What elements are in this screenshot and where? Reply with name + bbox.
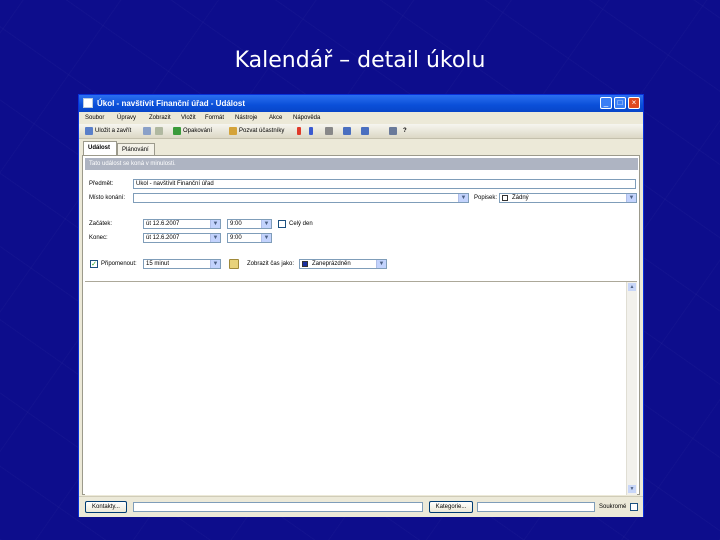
window-title: Úkol - navštívit Finanční úřad - Událost: [97, 99, 246, 108]
reminder-sound-icon[interactable]: [229, 259, 239, 269]
toolbar: Uložit a zavřít Opakování Pozvat účastní…: [79, 124, 643, 139]
delete-icon[interactable]: [325, 127, 333, 135]
menu-view[interactable]: Zobrazit: [149, 112, 171, 124]
allday-label: Celý den: [289, 221, 313, 227]
tab-strip: Událost Plánování: [79, 141, 643, 155]
info-bar: Tato událost se koná v minulosti.: [85, 158, 638, 170]
reminder-select[interactable]: 15 minut ▼: [143, 259, 221, 269]
notes-area[interactable]: ▲ ▼: [85, 281, 637, 495]
print-icon[interactable]: [143, 127, 151, 135]
help-button[interactable]: ?: [403, 126, 407, 136]
maximize-button[interactable]: □: [614, 97, 626, 109]
save-icon: [85, 127, 93, 135]
menu-bar: Soubor Úpravy Zobrazit Vložit Formát Nás…: [79, 112, 643, 124]
chevron-down-icon[interactable]: ▼: [261, 234, 271, 242]
subject-label: Předmět:: [89, 181, 114, 187]
bottom-bar: Kontakty... Kategorie... Soukromé: [79, 496, 643, 517]
categories-field[interactable]: [477, 502, 595, 512]
menu-format[interactable]: Formát: [205, 112, 224, 124]
notes-scrollbar[interactable]: ▲ ▼: [626, 282, 637, 495]
address-book-icon[interactable]: [389, 127, 397, 135]
show-as-value: Zaneprázdněn: [312, 261, 351, 267]
scroll-down-icon[interactable]: ▼: [628, 485, 636, 493]
show-as-label: Zobrazit čas jako:: [247, 261, 295, 267]
start-time-field[interactable]: 9:00 ▼: [227, 219, 272, 229]
attach-icon[interactable]: [155, 127, 163, 135]
chevron-down-icon[interactable]: ▼: [376, 260, 386, 268]
chevron-down-icon[interactable]: ▼: [261, 220, 271, 228]
previous-icon[interactable]: [343, 127, 351, 135]
minimize-button[interactable]: _: [600, 97, 612, 109]
label-value: Žádný: [512, 195, 529, 201]
invite-icon: [229, 127, 237, 135]
location-label: Místo konání:: [89, 195, 126, 201]
chevron-down-icon[interactable]: ▼: [210, 234, 220, 242]
private-label: Soukromé: [599, 504, 627, 510]
menu-actions[interactable]: Akce: [269, 112, 282, 124]
start-label: Začátek:: [89, 221, 113, 227]
start-date-field[interactable]: út 12.6.2007 ▼: [143, 219, 221, 229]
menu-tools[interactable]: Nástroje: [235, 112, 257, 124]
start-time-value: 9:00: [230, 221, 242, 227]
menu-help[interactable]: Nápověda: [293, 112, 320, 124]
start-date-value: út 12.6.2007: [146, 221, 180, 227]
scroll-up-icon[interactable]: ▲: [628, 283, 636, 291]
menu-insert[interactable]: Vložit: [181, 112, 196, 124]
contacts-button[interactable]: Kontakty...: [85, 501, 127, 513]
chevron-down-icon[interactable]: ▼: [210, 260, 220, 268]
importance-low-icon[interactable]: [309, 127, 313, 135]
location-field[interactable]: ▼: [133, 193, 469, 203]
appointment-icon: [83, 98, 93, 108]
subject-field[interactable]: Úkol - navštívit Finanční úřad: [133, 179, 636, 189]
end-date-value: út 12.6.2007: [146, 235, 180, 241]
contacts-field[interactable]: [133, 502, 423, 512]
save-close-button[interactable]: Uložit a zavřít: [95, 126, 131, 136]
reminder-checkbox[interactable]: ✓: [90, 260, 98, 268]
appointment-window: Úkol - navštívit Finanční úřad - Událost…: [78, 94, 644, 517]
slide-title: Kalendář – detail úkolu: [234, 48, 486, 73]
label-label: Popisek:: [474, 195, 498, 201]
show-as-select[interactable]: Zaneprázdněn ▼: [299, 259, 387, 269]
recurrence-button[interactable]: Opakování: [183, 126, 212, 136]
invite-attendees-button[interactable]: Pozvat účastníky: [239, 126, 284, 136]
end-date-field[interactable]: út 12.6.2007 ▼: [143, 233, 221, 243]
chevron-down-icon[interactable]: ▼: [210, 220, 220, 228]
end-time-field[interactable]: 9:00 ▼: [227, 233, 272, 243]
next-icon[interactable]: [361, 127, 369, 135]
importance-high-icon[interactable]: [297, 127, 301, 135]
menu-file[interactable]: Soubor: [85, 112, 104, 124]
menu-edit[interactable]: Úpravy: [117, 112, 136, 124]
close-button[interactable]: ×: [628, 97, 640, 109]
tab-schedule[interactable]: Plánování: [117, 143, 155, 155]
end-time-value: 9:00: [230, 235, 242, 241]
private-checkbox[interactable]: [630, 503, 638, 511]
categories-button[interactable]: Kategorie...: [429, 501, 473, 513]
recurrence-icon: [173, 127, 181, 135]
end-label: Konec:: [89, 235, 108, 241]
reminder-label: Připomenout:: [101, 261, 137, 267]
reminder-value: 15 minut: [146, 261, 170, 267]
chevron-down-icon[interactable]: ▼: [458, 194, 468, 202]
label-select[interactable]: Žádný ▼: [499, 193, 637, 203]
allday-checkbox[interactable]: [278, 220, 286, 228]
title-bar[interactable]: Úkol - navštívit Finanční úřad - Událost…: [79, 95, 643, 112]
busy-color-swatch: [302, 261, 308, 267]
chevron-down-icon[interactable]: ▼: [626, 194, 636, 202]
label-color-swatch: [502, 195, 508, 201]
tab-event[interactable]: Událost: [83, 141, 117, 155]
